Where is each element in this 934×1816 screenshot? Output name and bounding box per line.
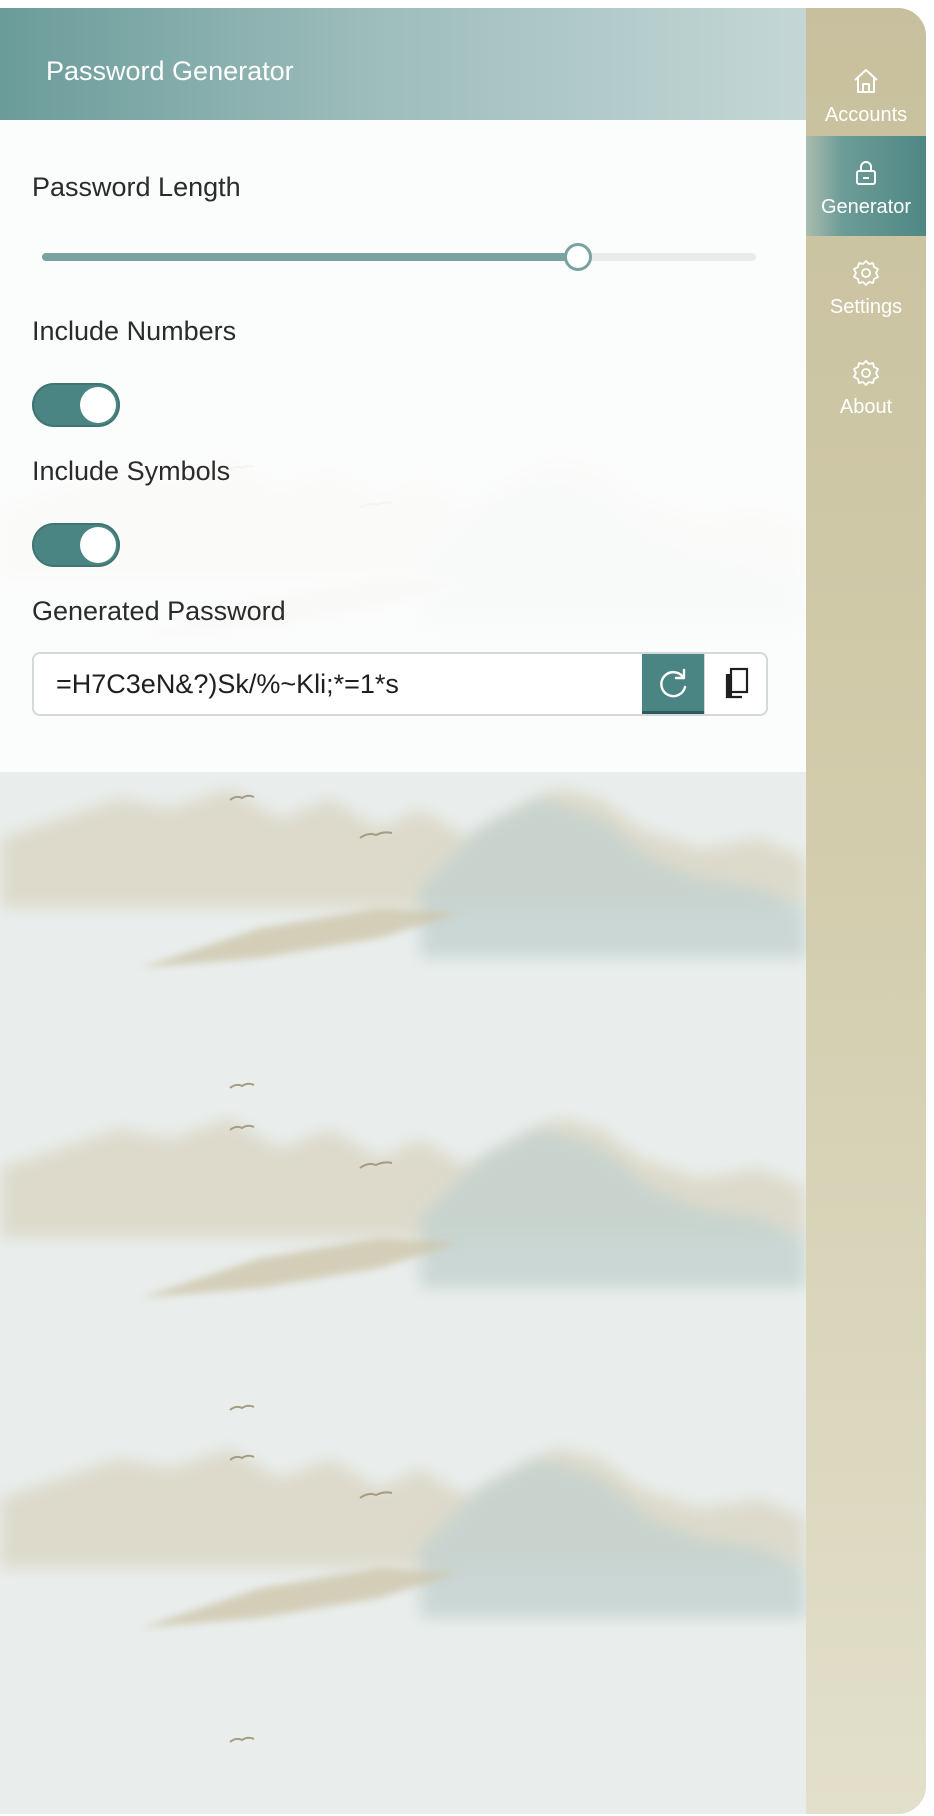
- main-content: Password Generator Password Length Inclu…: [0, 8, 806, 1814]
- include-numbers-label: Include Numbers: [32, 316, 237, 346]
- password-length-label: Password Length: [32, 172, 241, 202]
- page-title: Password Generator: [46, 56, 294, 86]
- toggle-knob: [80, 527, 116, 563]
- page-header: Password Generator: [0, 8, 806, 120]
- copy-button[interactable]: [704, 654, 766, 714]
- app-window: Password Generator Password Length Inclu…: [0, 8, 926, 1814]
- slider-fill: [42, 253, 578, 261]
- generated-password-group: [32, 652, 768, 716]
- sidebar-item-label: Settings: [829, 296, 903, 318]
- sidebar-item-settings[interactable]: Settings: [806, 236, 926, 336]
- password-length-slider[interactable]: [42, 243, 756, 271]
- regenerate-button[interactable]: [642, 654, 704, 714]
- sidebar-item-about[interactable]: About: [806, 336, 926, 436]
- include-numbers-toggle[interactable]: [32, 383, 120, 427]
- toggle-knob: [80, 387, 116, 423]
- sidebar-item-accounts[interactable]: Accounts: [806, 44, 926, 144]
- include-symbols-label: Include Symbols: [32, 456, 231, 486]
- sidebar-nav: Accounts Generator Settings About: [806, 8, 926, 1814]
- generated-password-label: Generated Password: [32, 596, 286, 626]
- sidebar-item-label: Accounts: [824, 104, 908, 126]
- sidebar-item-label: Generator: [820, 196, 912, 218]
- sidebar-item-label: About: [839, 396, 893, 418]
- include-symbols-toggle[interactable]: [32, 523, 120, 567]
- generator-panel: Password Length Include Numbers Include …: [0, 120, 806, 772]
- generated-password-input[interactable]: [34, 654, 634, 714]
- slider-thumb[interactable]: [563, 243, 592, 271]
- sidebar-item-generator[interactable]: Generator: [806, 136, 926, 236]
